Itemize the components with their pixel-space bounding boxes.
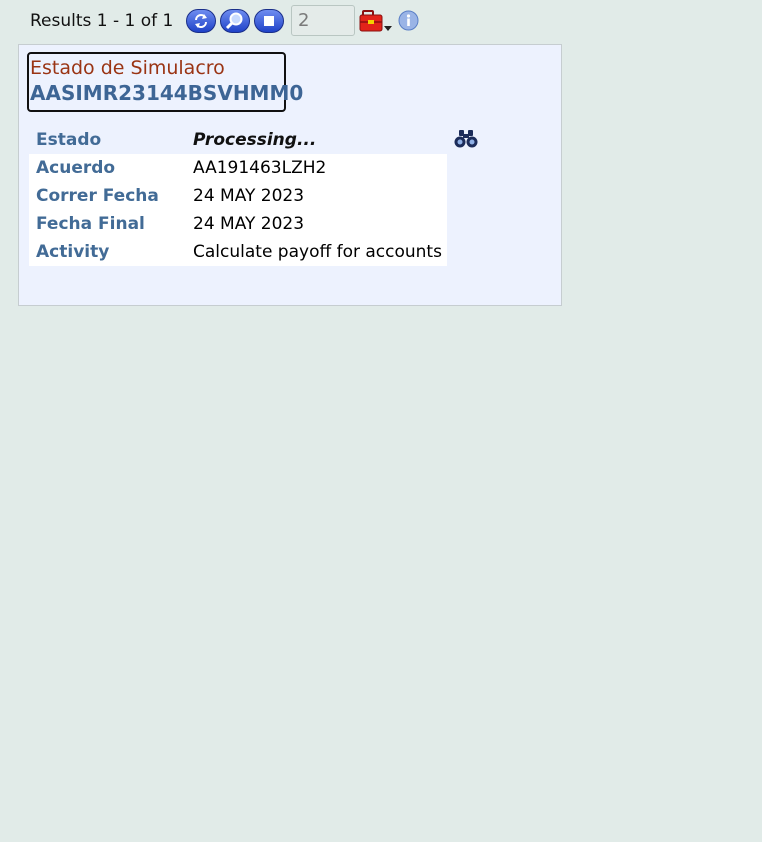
detail-row-correr-fecha: Correr Fecha 24 MAY 2023	[29, 182, 447, 210]
view-details-button[interactable]	[453, 128, 479, 150]
info-button[interactable]	[398, 10, 419, 31]
stop-button[interactable]	[254, 9, 284, 33]
binoculars-icon	[454, 130, 478, 148]
detail-value: Calculate payoff for accounts	[193, 242, 442, 262]
toolbar: Results 1 - 1 of 1	[0, 0, 762, 42]
detail-label: Estado	[36, 130, 102, 150]
detail-row-estado: Estado Processing...	[29, 126, 447, 154]
search-icon	[225, 12, 243, 30]
search-button[interactable]	[220, 9, 250, 33]
page-number-input[interactable]	[291, 5, 355, 36]
results-count: Results 1 - 1 of 1	[30, 11, 174, 31]
panel-title: Estado de Simulacro AASIMR23144BSVHMM0	[27, 52, 304, 112]
status-value: Processing...	[193, 130, 317, 150]
simulation-status-panel: Estado de Simulacro AASIMR23144BSVHMM0 E…	[18, 44, 562, 306]
refresh-button[interactable]	[186, 9, 216, 33]
detail-label: Acuerdo	[36, 158, 116, 178]
toolbox-menu-button[interactable]	[359, 9, 395, 35]
info-icon	[398, 10, 419, 31]
detail-row-activity: Activity Calculate payoff for accounts	[29, 238, 447, 266]
stop-icon	[264, 16, 274, 26]
detail-row-fecha-final: Fecha Final 24 MAY 2023	[29, 210, 447, 238]
detail-label: Correr Fecha	[36, 186, 159, 206]
detail-label: Fecha Final	[36, 214, 145, 234]
detail-row-acuerdo: Acuerdo AA191463LZH2	[29, 154, 447, 182]
details-table: Estado Processing... Acuerdo AA191463LZH…	[29, 126, 447, 266]
refresh-icon	[195, 14, 207, 28]
detail-value: 24 MAY 2023	[193, 186, 305, 206]
detail-value: AA191463LZH2	[193, 158, 327, 178]
detail-label: Activity	[36, 242, 110, 262]
detail-value: 24 MAY 2023	[193, 214, 305, 234]
simulation-id: AASIMR23144BSVHMM0	[30, 81, 304, 105]
panel-title-label: Estado de Simulacro	[30, 57, 225, 79]
toolbox-icon	[359, 10, 392, 32]
